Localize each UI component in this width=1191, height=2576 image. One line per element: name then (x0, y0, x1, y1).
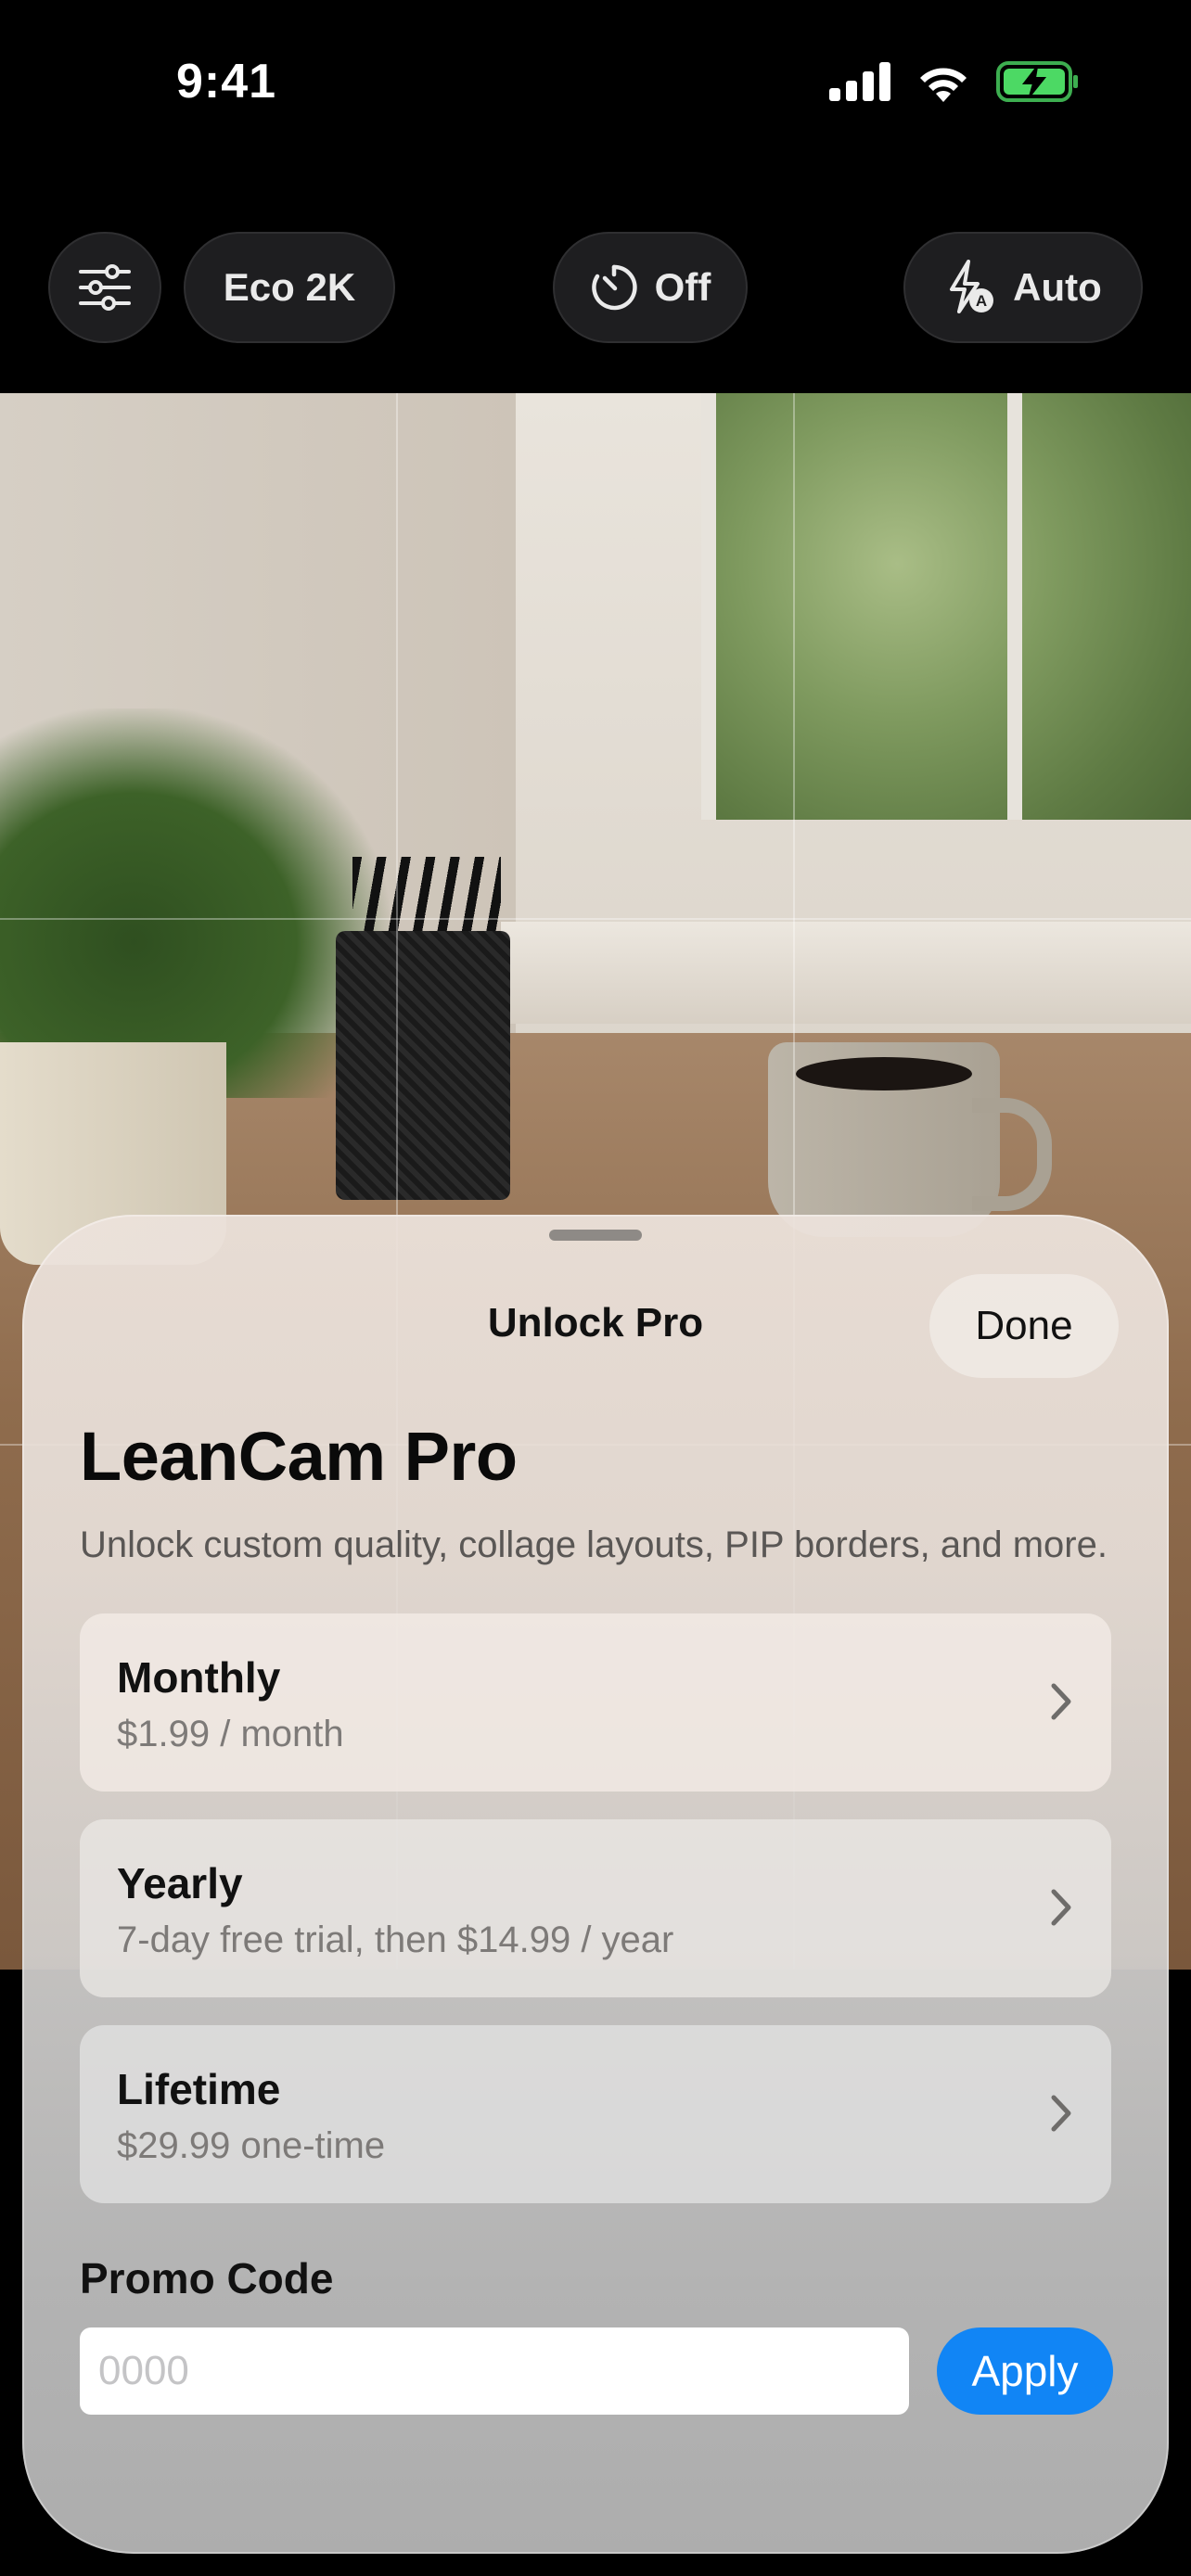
sheet-grabber[interactable] (549, 1230, 642, 1241)
camera-controls: Eco 2K Off A Auto (0, 232, 1191, 347)
plan-monthly[interactable]: Monthly $1.99 / month (80, 1613, 1111, 1792)
quality-label: Eco 2K (223, 265, 356, 309)
status-icons (829, 61, 1080, 102)
promo-code-label: Promo Code (80, 2254, 334, 2302)
quality-button[interactable]: Eco 2K (184, 232, 395, 343)
done-button[interactable]: Done (929, 1274, 1119, 1378)
timer-icon (591, 264, 637, 311)
timer-label: Off (654, 265, 711, 309)
plan-name: Yearly (117, 1859, 243, 1907)
viewfinder-pen-cup (336, 931, 510, 1200)
apply-button[interactable]: Apply (937, 2327, 1113, 2415)
plan-name: Monthly (117, 1653, 281, 1702)
cellular-signal-icon (829, 62, 890, 101)
svg-text:A: A (976, 292, 987, 310)
battery-charging-icon (996, 61, 1078, 102)
plan-name: Lifetime (117, 2065, 281, 2113)
pro-subtitle: Unlock custom quality, collage layouts, … (80, 1524, 1108, 1565)
grid-line-horizontal-1 (0, 918, 1191, 920)
flash-auto-icon: A (950, 260, 994, 313)
status-bar: 9:41 (0, 0, 1191, 176)
viewfinder-coffee-mug (768, 1042, 1052, 1237)
wifi-icon (920, 68, 967, 102)
plan-lifetime[interactable]: Lifetime $29.99 one-time (80, 2025, 1111, 2203)
status-time: 9:41 (176, 55, 277, 108)
viewfinder-window (701, 393, 1191, 820)
flash-label: Auto (1013, 265, 1102, 309)
pro-title: LeanCam Pro (80, 1418, 518, 1495)
viewfinder-window-sill (501, 922, 1191, 1024)
chevron-right-icon (1051, 2095, 1071, 2132)
settings-button[interactable] (48, 232, 161, 343)
sliders-icon (79, 264, 131, 311)
plan-yearly[interactable]: Yearly 7-day free trial, then $14.99 / y… (80, 1819, 1111, 1997)
plan-price: $1.99 / month (117, 1714, 344, 1754)
timer-button[interactable]: Off (553, 232, 748, 343)
plan-price: 7-day free trial, then $14.99 / year (117, 1919, 674, 1960)
flash-button[interactable]: A Auto (903, 232, 1143, 343)
unlock-pro-sheet: Unlock Pro Done LeanCam Pro Unlock custo… (22, 1215, 1169, 2554)
viewfinder-plant (0, 708, 390, 1098)
chevron-right-icon (1051, 1683, 1071, 1720)
promo-code-input[interactable] (80, 2327, 909, 2415)
chevron-right-icon (1051, 1889, 1071, 1926)
plan-price: $29.99 one-time (117, 2125, 386, 2166)
